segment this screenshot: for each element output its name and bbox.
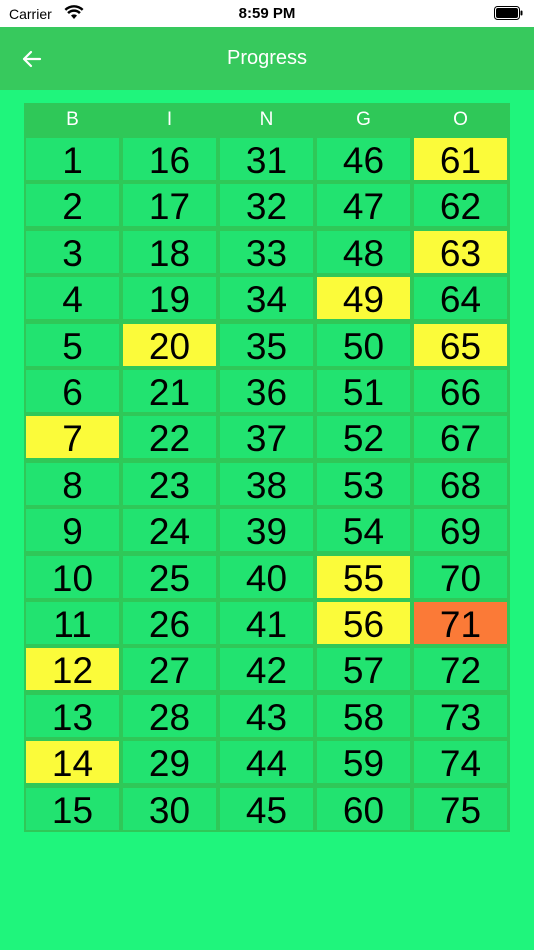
number-cell[interactable]: 67	[414, 416, 507, 459]
number-cell[interactable]: 66	[414, 370, 507, 413]
number-cell[interactable]: 11	[26, 602, 119, 645]
number-cell[interactable]: 26	[123, 602, 216, 645]
number-cell[interactable]: 43	[220, 695, 313, 738]
number-cell[interactable]: 23	[123, 463, 216, 506]
number-cell[interactable]: 37	[220, 416, 313, 459]
navigation-bar: Progress	[0, 27, 534, 90]
number-cell[interactable]: 49	[317, 277, 410, 320]
number-cell[interactable]: 61	[414, 138, 507, 181]
number-cell[interactable]: 35	[220, 324, 313, 367]
number-cell[interactable]: 31	[220, 138, 313, 181]
number-cell[interactable]: 57	[317, 648, 410, 691]
number-cell[interactable]: 39	[220, 509, 313, 552]
number-cell[interactable]: 52	[317, 416, 410, 459]
number-cell[interactable]: 71	[414, 602, 507, 645]
number-cell[interactable]: 56	[317, 602, 410, 645]
number-cell[interactable]: 70	[414, 556, 507, 599]
number-cell[interactable]: 63	[414, 231, 507, 274]
number-cell[interactable]: 72	[414, 648, 507, 691]
number-cell[interactable]: 42	[220, 648, 313, 691]
number-cell[interactable]: 34	[220, 277, 313, 320]
number-cell[interactable]: 16	[123, 138, 216, 181]
number-cell[interactable]: 9	[26, 509, 119, 552]
battery-icon	[494, 6, 523, 20]
number-cell[interactable]: 36	[220, 370, 313, 413]
number-cell[interactable]: 15	[26, 788, 119, 831]
number-cell[interactable]: 74	[414, 741, 507, 784]
board-header: BINGO	[24, 103, 510, 135]
number-cell[interactable]: 50	[317, 324, 410, 367]
number-cell[interactable]: 55	[317, 556, 410, 599]
column-header-o: O	[453, 109, 468, 130]
number-cell[interactable]: 22	[123, 416, 216, 459]
number-cell[interactable]: 47	[317, 184, 410, 227]
number-cell[interactable]: 33	[220, 231, 313, 274]
number-cell[interactable]: 40	[220, 556, 313, 599]
number-cell[interactable]: 48	[317, 231, 410, 274]
number-cell[interactable]: 14	[26, 741, 119, 784]
number-cell[interactable]: 75	[414, 788, 507, 831]
number-cell[interactable]: 5	[26, 324, 119, 367]
number-cell[interactable]: 10	[26, 556, 119, 599]
number-cell[interactable]: 29	[123, 741, 216, 784]
number-cell[interactable]: 51	[317, 370, 410, 413]
number-cell[interactable]: 4	[26, 277, 119, 320]
number-cell[interactable]: 30	[123, 788, 216, 831]
number-cell[interactable]: 1	[26, 138, 119, 181]
number-cell[interactable]: 8	[26, 463, 119, 506]
number-cell[interactable]: 13	[26, 695, 119, 738]
number-cell[interactable]: 27	[123, 648, 216, 691]
column-header-i: I	[166, 109, 173, 130]
number-cell[interactable]: 3	[26, 231, 119, 274]
number-cell[interactable]: 21	[123, 370, 216, 413]
number-cell[interactable]: 2	[26, 184, 119, 227]
number-cell[interactable]: 32	[220, 184, 313, 227]
number-cell[interactable]: 12	[26, 648, 119, 691]
number-cell[interactable]: 69	[414, 509, 507, 552]
number-cell[interactable]: 7	[26, 416, 119, 459]
number-cell[interactable]: 25	[123, 556, 216, 599]
column-header-b: B	[66, 109, 79, 130]
number-cell[interactable]: 64	[414, 277, 507, 320]
column-header-g: G	[356, 109, 371, 130]
number-cell[interactable]: 17	[123, 184, 216, 227]
number-cell[interactable]: 73	[414, 695, 507, 738]
number-cell[interactable]: 68	[414, 463, 507, 506]
number-cell[interactable]: 24	[123, 509, 216, 552]
page-title: Progress	[226, 47, 308, 69]
number-cell[interactable]: 38	[220, 463, 313, 506]
bingo-board: BINGO 1 2 3 4 5 6 7 8 9 10 11 12 13 14 15 16 17 18 19 20 21 2…	[24, 103, 510, 832]
number-cell[interactable]: 45	[220, 788, 313, 831]
status-bar: Carrier 8:59 PM	[0, 0, 534, 27]
number-cell[interactable]: 46	[317, 138, 410, 181]
number-cell[interactable]: 18	[123, 231, 216, 274]
column-header-n: N	[259, 109, 274, 130]
number-cell[interactable]: 65	[414, 324, 507, 367]
number-cell[interactable]: 59	[317, 741, 410, 784]
number-cell[interactable]: 28	[123, 695, 216, 738]
number-cell[interactable]: 41	[220, 602, 313, 645]
number-cell[interactable]: 20	[123, 324, 216, 367]
number-cell[interactable]: 53	[317, 463, 410, 506]
status-time: 8:59 PM	[238, 5, 296, 22]
number-cell[interactable]: 62	[414, 184, 507, 227]
number-cell[interactable]: 54	[317, 509, 410, 552]
number-cell[interactable]: 60	[317, 788, 410, 831]
number-cell[interactable]: 19	[123, 277, 216, 320]
number-cell[interactable]: 6	[26, 370, 119, 413]
number-cell[interactable]: 44	[220, 741, 313, 784]
number-cell[interactable]: 58	[317, 695, 410, 738]
